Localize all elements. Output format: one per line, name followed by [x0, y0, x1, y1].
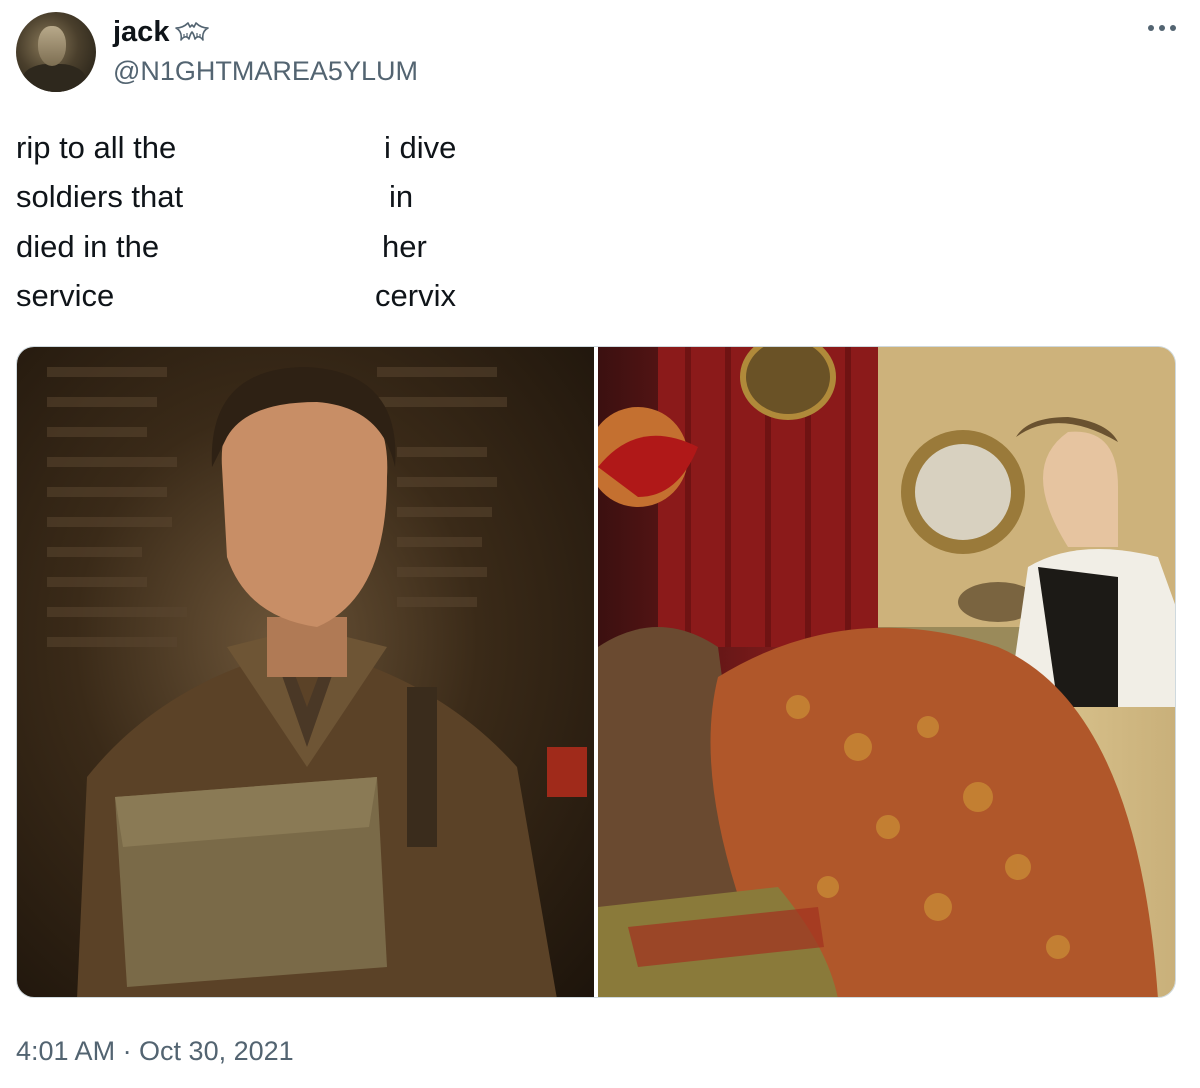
- bat-icon: [175, 21, 210, 41]
- tweet-text-right-1: i dive: [384, 130, 457, 165]
- user-handle[interactable]: @N1GHTMAREA5YLUM: [113, 56, 418, 87]
- tweet-timestamp[interactable]: 4:01 AM · Oct 30, 2021: [16, 1036, 294, 1067]
- photo-soldier[interactable]: [17, 347, 594, 997]
- tweet-text-left-4: service: [16, 278, 115, 313]
- photo-parlor[interactable]: [598, 347, 1175, 997]
- tweet-text-left-3: died in the: [16, 229, 160, 264]
- media-grid: [16, 346, 1176, 998]
- tweet-text-left-1: rip to all the: [16, 130, 177, 165]
- soldier-illustration: [47, 367, 587, 997]
- display-name[interactable]: jack: [113, 16, 169, 49]
- more-options-icon[interactable]: [1148, 18, 1182, 38]
- tweet-text-right-4: cervix: [375, 278, 456, 313]
- tweet-text-right-3: her: [382, 229, 427, 264]
- avatar[interactable]: [16, 12, 96, 92]
- tweet-text-left-2: soldiers that: [16, 179, 184, 214]
- avatar-face: [38, 26, 66, 66]
- parlor-illustration: [598, 347, 1175, 997]
- tweet-text-right-2: in: [389, 179, 414, 214]
- avatar-shoulder: [22, 64, 86, 92]
- author-name-row: jack: [113, 16, 210, 49]
